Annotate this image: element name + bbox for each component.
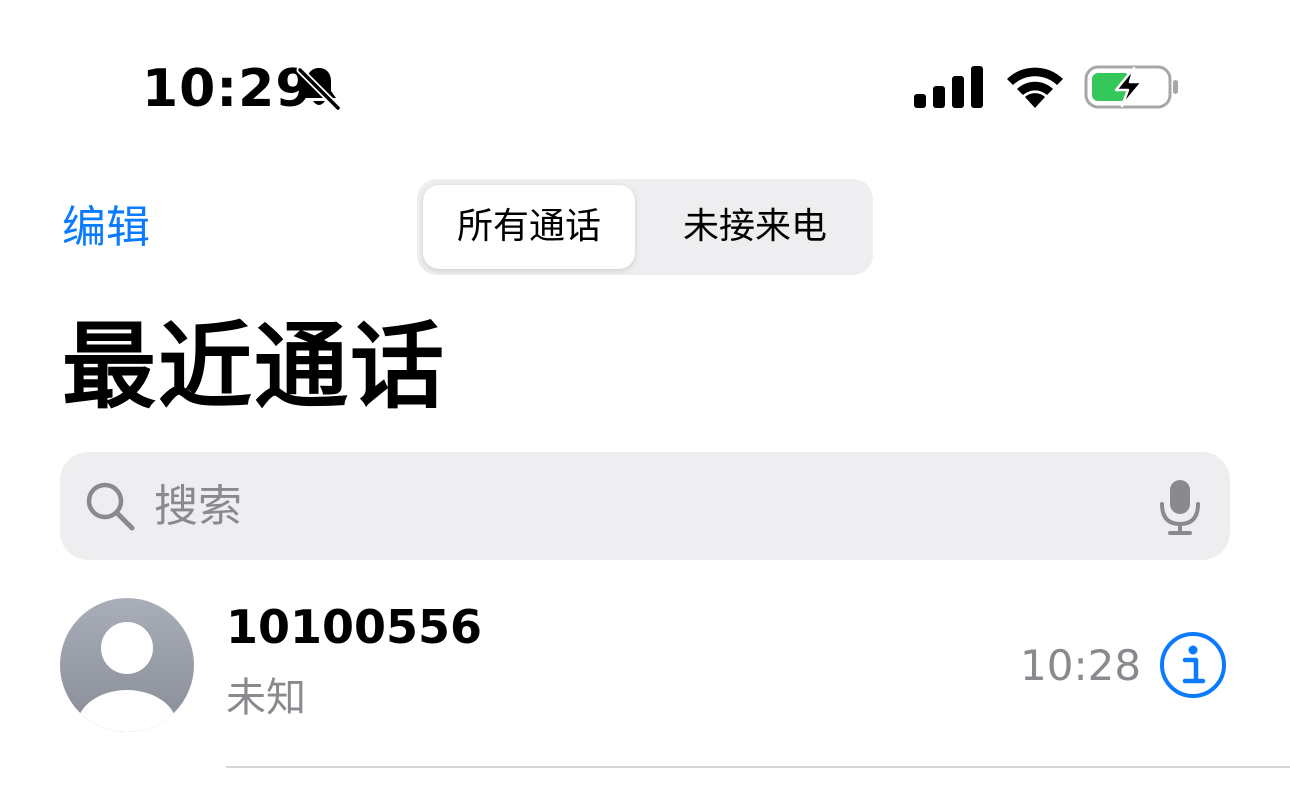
- search-input[interactable]: [154, 470, 1114, 542]
- status-bar: 10:29: [0, 0, 1290, 150]
- call-time: 10:28: [1020, 641, 1142, 690]
- caller-name: 10100556: [226, 600, 483, 654]
- info-icon[interactable]: [1158, 630, 1228, 700]
- microphone-icon[interactable]: [1158, 478, 1202, 536]
- caller-type: 未知: [226, 675, 306, 721]
- search-bar[interactable]: [60, 452, 1230, 560]
- battery-charging-icon: [1084, 65, 1178, 109]
- wifi-icon: [1007, 67, 1063, 108]
- segment-all-calls[interactable]: 所有通话: [423, 185, 635, 269]
- avatar: [60, 598, 194, 732]
- call-list-item[interactable]: 10100556 未知 10:28: [0, 590, 1290, 768]
- edit-button[interactable]: 编辑: [62, 198, 150, 258]
- bell-slash-icon: [296, 66, 342, 112]
- search-icon: [86, 482, 135, 531]
- row-divider: [226, 766, 1290, 768]
- segment-missed-calls[interactable]: 未接来电: [643, 185, 867, 269]
- segmented-control: 所有通话 未接来电: [417, 179, 873, 275]
- status-time: 10:29: [142, 59, 313, 119]
- cellular-signal-icon: [914, 66, 983, 108]
- page-title: 最近通话: [62, 313, 447, 422]
- person-silhouette-icon: [77, 622, 177, 732]
